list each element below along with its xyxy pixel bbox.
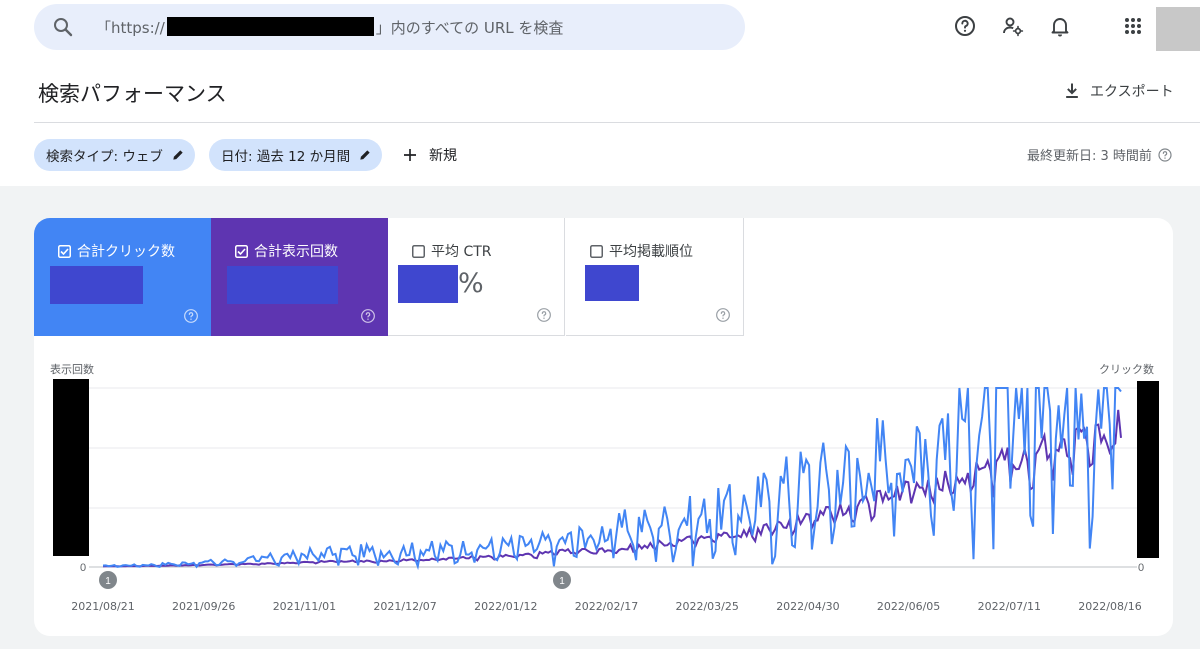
help-icon[interactable]: [953, 14, 977, 38]
metric-label: 合計クリック数: [77, 244, 175, 260]
search-icon: [54, 18, 73, 37]
metric-label-row: 平均 CTR: [412, 241, 492, 261]
metric-label-row: 合計クリック数: [58, 241, 175, 261]
x-tick-label: 2021/12/07: [373, 600, 437, 613]
search-type-filter-chip[interactable]: 検索タイプ: ウェブ: [34, 139, 195, 171]
edit-pencil-icon: [173, 150, 183, 160]
redacted-value: [398, 265, 458, 303]
metric-label: 合計表示回数: [254, 244, 338, 260]
checkbox-checked-icon[interactable]: [58, 244, 71, 258]
x-tick-label: 2022/03/25: [675, 600, 739, 613]
help-icon[interactable]: [183, 308, 199, 324]
new-filter-button[interactable]: 新規: [401, 143, 457, 167]
inspect-url-searchbar[interactable]: 「https:// 」内のすべての URL を検査: [34, 4, 745, 50]
help-icon[interactable]: [536, 307, 552, 323]
x-tick-label: 2021/09/26: [171, 600, 236, 613]
checkbox-unchecked-icon[interactable]: [590, 244, 603, 258]
header-divider: [34, 122, 1200, 123]
x-tick-label: 2022/04/30: [776, 600, 840, 613]
new-filter-label: 新規: [429, 148, 457, 164]
x-tick-label: 2021/11/01: [272, 600, 337, 613]
metric-label: 平均 CTR: [431, 244, 492, 260]
date-label: 日付: 過去 12 か月間: [221, 149, 351, 165]
metric-tile-average-ctr[interactable]: 平均 CTR %: [388, 218, 565, 336]
search-suffix: 」内のすべての URL を検査: [375, 19, 564, 37]
help-icon[interactable]: [360, 308, 376, 324]
search-placeholder: 「https:// 」内のすべての URL を検査: [96, 17, 563, 38]
performance-card: 合計クリック数 合計表示回数 平均 CTR % 平均掲載順位: [34, 218, 1173, 636]
x-tick-label: 2022/01/12: [474, 600, 538, 613]
ctr-percent-sign: %: [458, 268, 484, 299]
checkbox-checked-icon[interactable]: [235, 244, 248, 258]
redacted-value: [585, 265, 639, 301]
redacted-value: [227, 266, 338, 304]
apps-grid-icon[interactable]: [1121, 14, 1145, 38]
search-type-label: 検索タイプ: ウェブ: [46, 149, 163, 165]
metric-label-row: 平均掲載順位: [590, 241, 693, 261]
date-filter-chip[interactable]: 日付: 過去 12 か月間: [209, 139, 383, 171]
last-updated: 最終更新日: 3 時間前: [1027, 145, 1173, 164]
edit-pencil-icon: [360, 150, 370, 160]
x-tick-label: 2022/06/05: [876, 600, 941, 613]
help-icon[interactable]: [1157, 147, 1173, 163]
manage-users-icon[interactable]: [1001, 14, 1025, 38]
x-tick-label: 2021/08/21: [71, 600, 135, 613]
checkbox-unchecked-icon[interactable]: [412, 244, 425, 258]
metric-tile-average-position[interactable]: 平均掲載順位: [566, 218, 744, 336]
metric-label-row: 合計表示回数: [235, 241, 338, 261]
plus-icon: [404, 149, 416, 161]
notifications-bell-icon[interactable]: [1048, 14, 1072, 38]
export-label: エクスポート: [1090, 84, 1174, 100]
download-icon: [1066, 83, 1078, 98]
x-tick-label: 2022/08/16: [1078, 600, 1142, 613]
x-tick-label: 2022/02/17: [574, 600, 639, 613]
page-title: 検索パフォーマンス: [38, 82, 227, 106]
search-prefix: 「https://: [96, 19, 165, 37]
metric-tile-total-impressions[interactable]: 合計表示回数: [211, 218, 388, 336]
metric-label: 平均掲載順位: [609, 244, 693, 260]
redacted-domain: [166, 17, 374, 36]
account-avatar[interactable]: [1156, 7, 1200, 51]
export-button[interactable]: エクスポート: [1062, 79, 1174, 103]
x-tick-label: 2022/07/11: [977, 600, 1041, 613]
right-axis-title: クリック数: [1099, 363, 1154, 376]
metric-tile-total-clicks[interactable]: 合計クリック数: [34, 218, 211, 336]
help-icon[interactable]: [715, 307, 731, 323]
last-updated-text: 最終更新日: 3 時間前: [1027, 149, 1152, 164]
left-axis-title: 表示回数: [50, 363, 94, 376]
redacted-value: [50, 266, 143, 304]
